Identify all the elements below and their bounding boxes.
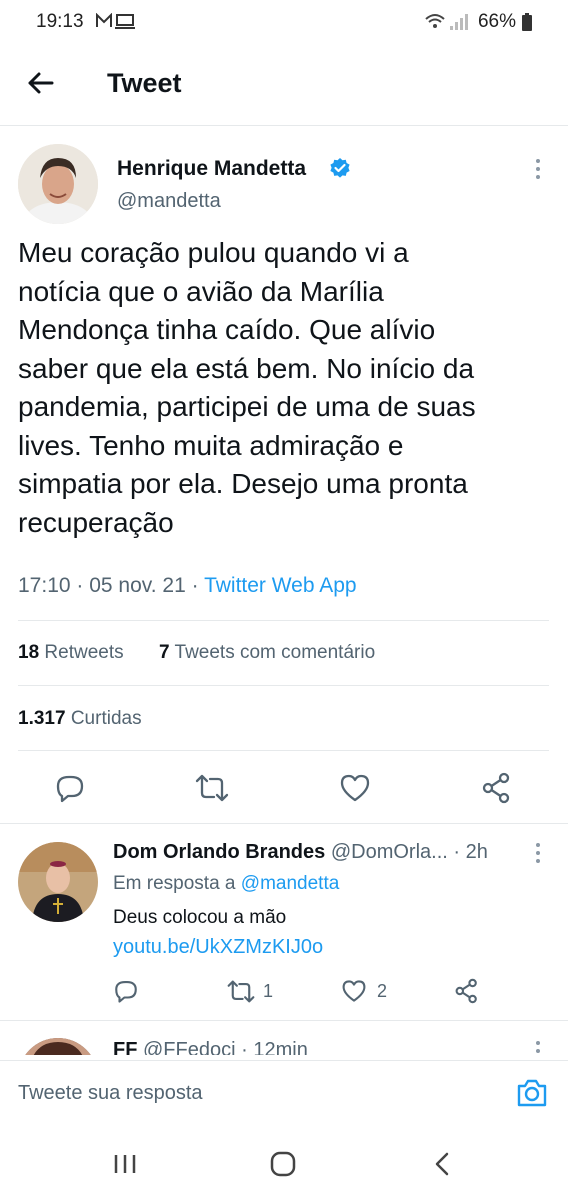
tweet-time: 17:10: [18, 574, 71, 597]
reply-header: Dom Orlando Brandes @DomOrla... · 2h: [113, 841, 488, 864]
tweet-text-line: simpatia por ela. Desejo uma pronta: [18, 468, 468, 499]
reply-2-author-photo: [18, 1038, 98, 1055]
back-nav-button[interactable]: [433, 1151, 451, 1182]
status-bar: 19:13 66%: [0, 0, 568, 44]
divider: [0, 823, 568, 824]
tweet-text-line: notícia que o avião da Marília: [18, 275, 384, 307]
reply-2-clip: FF @FFedoci · 12min: [0, 1021, 568, 1055]
like-button[interactable]: [339, 773, 371, 803]
android-nav-bar: [0, 1128, 568, 1200]
tweet-text-line: lives. Tenho muita admiração e: [18, 429, 404, 461]
retweets-label: Retweets: [44, 642, 124, 663]
reply-input[interactable]: Tweete sua resposta: [18, 1082, 203, 1105]
wifi-signal-icon: [425, 14, 468, 30]
reply-2-author-name[interactable]: FF: [113, 1039, 137, 1055]
camera-icon: [517, 1079, 547, 1107]
top-bar: Tweet: [0, 44, 568, 126]
reply-separator: ·: [241, 1039, 254, 1055]
tweet-text-line: Mendonça tinha caído. Que alívio: [18, 314, 436, 345]
tweet-text: Meu coração pulou quando vi a notícia qu…: [18, 234, 553, 542]
reply-reply-button[interactable]: [113, 978, 139, 1004]
divider: [18, 750, 549, 751]
gmail-icon: [96, 12, 135, 29]
back-button[interactable]: [24, 66, 58, 100]
reply-button[interactable]: [54, 772, 86, 804]
author-avatar[interactable]: [18, 144, 98, 224]
reply-more-options-icon[interactable]: [535, 843, 541, 867]
quotes-count: 7: [159, 642, 170, 663]
reply-2-author-handle[interactable]: @FFedoci: [143, 1039, 236, 1055]
reply-like-button[interactable]: 2: [341, 979, 387, 1003]
reply-2-more-options-icon[interactable]: [535, 1041, 541, 1055]
reply-retweet-count: 1: [263, 981, 274, 1001]
reply-context: Em resposta a @mandetta: [113, 873, 339, 895]
home-button[interactable]: [270, 1151, 296, 1182]
reply-time: 2h: [465, 841, 488, 863]
author-photo: [18, 144, 98, 224]
heart-icon: [340, 774, 370, 802]
status-time: 19:13: [36, 11, 84, 32]
reply-link[interactable]: youtu.be/UkXZMzKIJ0o: [113, 936, 323, 959]
reply-icon: [56, 775, 84, 803]
retweets-count: 18: [18, 642, 40, 663]
home-icon: [270, 1151, 296, 1177]
divider: [18, 620, 549, 621]
reply-separator: ·: [453, 841, 466, 863]
battery-percent: 66%: [477, 11, 516, 32]
heart-icon: [342, 980, 366, 1002]
reply-2-header: FF @FFedoci · 12min: [113, 1039, 308, 1055]
divider: [18, 685, 549, 686]
quote-stats[interactable]: 7 Tweets com comentário: [159, 642, 375, 664]
meta-separator: ·: [191, 574, 205, 597]
more-options-icon[interactable]: [535, 159, 541, 183]
notification-icons: [96, 12, 136, 30]
reply-like-count: 2: [377, 980, 388, 1001]
reply-2-time: 12min: [253, 1039, 308, 1055]
back-chevron-icon: [435, 1152, 449, 1176]
reply-share-button[interactable]: [455, 978, 479, 1004]
retweet-icon: [195, 774, 229, 802]
tweet-text-line: saber que ela está bem. No início da: [18, 352, 475, 384]
retweet-stats[interactable]: 18 Retweets: [18, 642, 124, 664]
recent-apps-button[interactable]: [113, 1153, 137, 1180]
retweet-button[interactable]: [195, 773, 229, 803]
share-button[interactable]: [482, 772, 512, 804]
reply-author-handle[interactable]: @DomOrla...: [331, 841, 448, 863]
author-handle[interactable]: @mandetta: [117, 190, 221, 213]
recent-apps-icon: [114, 1155, 136, 1173]
reply-author-name[interactable]: Dom Orlando Brandes: [113, 841, 325, 863]
reply-context-mention[interactable]: @mandetta: [241, 873, 340, 894]
author-name[interactable]: Henrique Mandetta: [117, 157, 306, 181]
likes-label: Curtidas: [70, 708, 142, 729]
reply-retweet-button[interactable]: 1: [227, 979, 273, 1004]
reply-avatar[interactable]: [18, 842, 98, 922]
retweet-icon: [227, 980, 255, 1003]
battery-icon: [522, 13, 532, 31]
reply-composer: Tweete sua resposta: [0, 1060, 568, 1128]
tweet-source-link[interactable]: Twitter Web App: [204, 574, 357, 597]
share-icon: [482, 772, 510, 804]
page-title: Tweet: [107, 68, 182, 98]
camera-button[interactable]: [516, 1078, 548, 1113]
likes-count: 1.317: [18, 708, 66, 729]
reply-author-photo: [18, 842, 98, 922]
reply-icon: [115, 981, 137, 1003]
reply-2-avatar[interactable]: [18, 1038, 98, 1055]
tweet-text-line: Meu coração pulou quando vi a: [18, 237, 409, 268]
reply-context-prefix: Em resposta a: [113, 873, 236, 894]
tweet-date: 05 nov. 21: [89, 574, 186, 597]
share-icon: [455, 978, 477, 1004]
status-right: 66%: [424, 11, 532, 33]
verified-badge-icon: [330, 158, 350, 178]
likes-stats[interactable]: 1.317 Curtidas: [18, 708, 142, 730]
reply-text: Deus colocou a mão: [113, 907, 287, 928]
back-arrow-icon: [28, 72, 54, 94]
quotes-label: Tweets com comentário: [174, 642, 376, 663]
tweet-text-line: recuperação: [18, 506, 174, 538]
tweet-text-line: pandemia, participei de uma de suas: [18, 391, 476, 422]
meta-separator: ·: [76, 574, 90, 597]
tweet-meta: 17:10 · 05 nov. 21 · Twitter Web App: [18, 574, 357, 598]
